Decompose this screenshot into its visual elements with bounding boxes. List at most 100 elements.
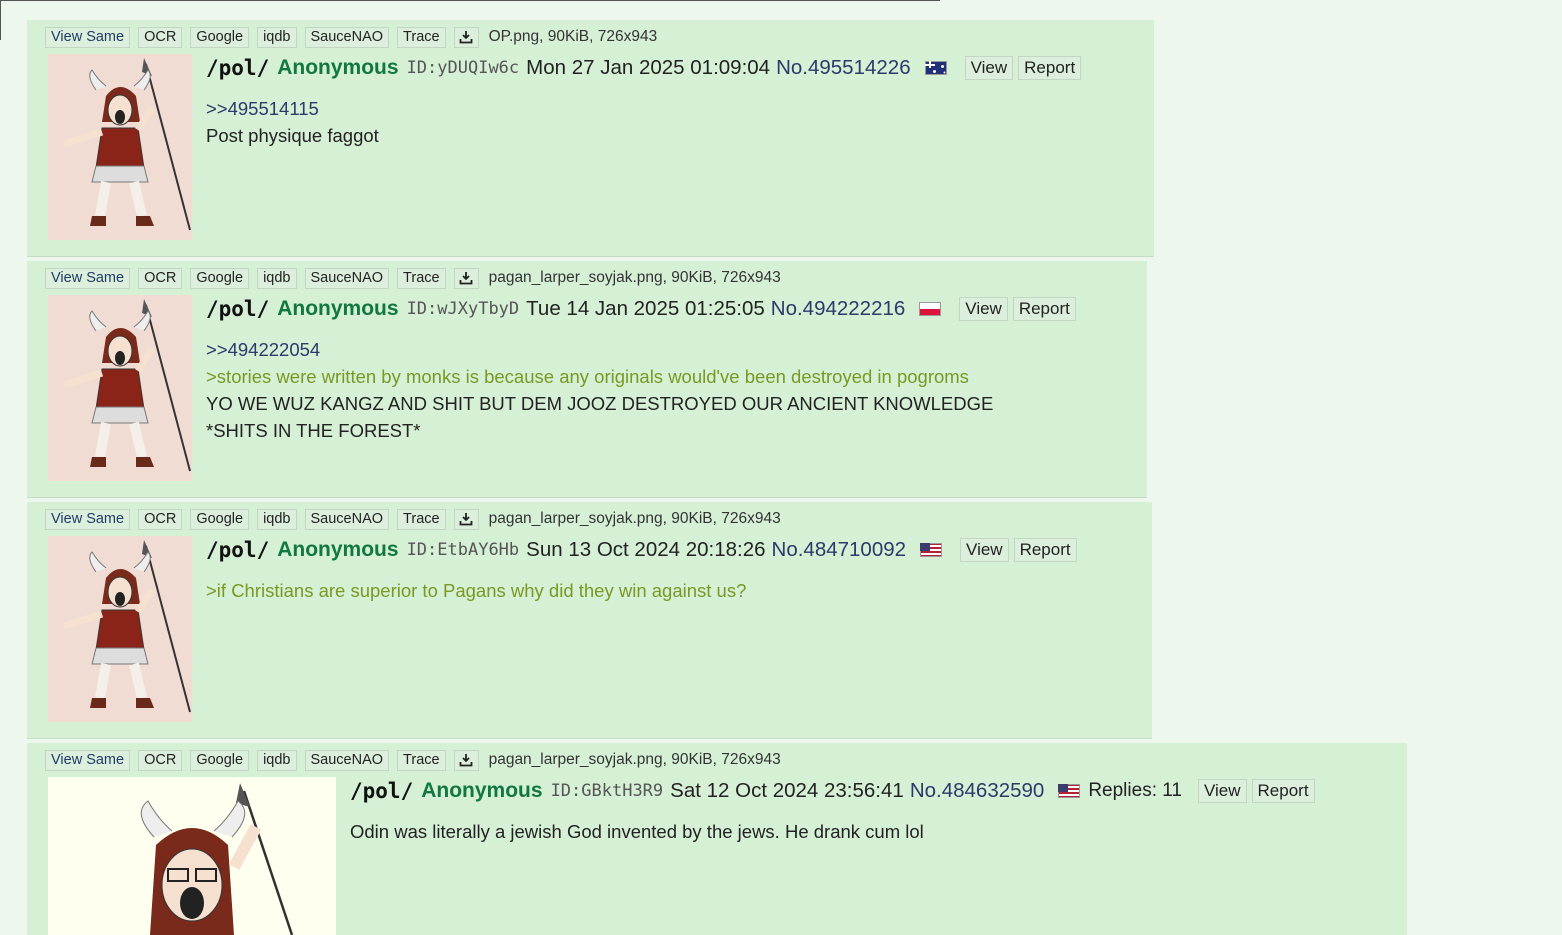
download-button[interactable] <box>453 749 479 771</box>
australia-flag-icon <box>924 61 947 75</box>
download-button[interactable] <box>453 508 479 530</box>
poster-name: Anonymous <box>277 56 399 79</box>
soyjak-viking-image <box>62 58 191 231</box>
post: View Same OCR Google iqdb SauceNAO Trace… <box>27 502 1152 739</box>
soyjak-viking-image <box>140 783 294 935</box>
saucenao-button[interactable]: SauceNAO <box>304 749 390 771</box>
usa-flag-icon <box>1058 784 1081 798</box>
post-number[interactable]: No.494222216 <box>771 297 906 321</box>
iqdb-button[interactable]: iqdb <box>257 749 297 771</box>
post-content: /pol/ Anonymous ID:EtbAY6Hb Sun 13 Oct 2… <box>206 537 1082 604</box>
report-button[interactable]: Report <box>1013 538 1077 562</box>
post-date: Mon 27 Jan 2025 01:09:04 <box>526 56 771 79</box>
report-button[interactable]: Report <box>1012 297 1076 321</box>
post-number[interactable]: No.484710092 <box>772 538 907 562</box>
post-number[interactable]: No.484632590 <box>910 779 1045 803</box>
poster-name: Anonymous <box>421 779 543 802</box>
iqdb-button[interactable]: iqdb <box>257 267 297 289</box>
poster-name: Anonymous <box>277 538 399 561</box>
ocr-button[interactable]: OCR <box>138 26 183 48</box>
post-body: >>494222054 >stories were written by mon… <box>206 336 1081 444</box>
board-name[interactable]: /pol/ <box>350 779 413 803</box>
post-body: >>495514115 Post physique faggot <box>206 95 1086 149</box>
quote-link[interactable]: >>495514115 <box>206 95 1086 122</box>
post-body: Odin was literally a jewish God invented… <box>350 818 1320 845</box>
post-date: Sat 12 Oct 2024 23:56:41 <box>670 779 904 802</box>
post-header: /pol/ Anonymous ID:GBktH3R9 Sat 12 Oct 2… <box>350 778 1320 804</box>
download-icon <box>459 30 473 44</box>
post-header: /pol/ Anonymous ID:yDUQIw6c Mon 27 Jan 2… <box>206 55 1086 81</box>
saucenao-button[interactable]: SauceNAO <box>304 267 390 289</box>
google-button[interactable]: Google <box>190 508 250 530</box>
saucenao-button[interactable]: SauceNAO <box>304 26 390 48</box>
file-info: pagan_larper_soyjak.png, 90KiB, 726x943 <box>488 269 781 286</box>
post-date: Tue 14 Jan 2025 01:25:05 <box>526 297 765 320</box>
board-name[interactable]: /pol/ <box>206 56 269 80</box>
soyjak-viking-image <box>62 540 191 713</box>
board-name[interactable]: /pol/ <box>206 297 269 321</box>
board-name[interactable]: /pol/ <box>206 538 269 562</box>
view-button[interactable]: View <box>1197 779 1247 803</box>
post-header: /pol/ Anonymous ID:EtbAY6Hb Sun 13 Oct 2… <box>206 537 1082 563</box>
trace-button[interactable]: Trace <box>397 267 446 289</box>
google-button[interactable]: Google <box>190 749 250 771</box>
post-text-line: Odin was literally a jewish God invented… <box>350 821 924 842</box>
post-content: /pol/ Anonymous ID:wJXyTbyD Tue 14 Jan 2… <box>206 296 1081 444</box>
view-same-button[interactable]: View Same <box>45 749 131 771</box>
ocr-button[interactable]: OCR <box>138 267 183 289</box>
quote-link[interactable]: >>494222054 <box>206 336 1081 363</box>
post-thumbnail[interactable] <box>48 777 336 935</box>
ocr-button[interactable]: OCR <box>138 508 183 530</box>
poster-id[interactable]: ID:yDUQIw6c <box>407 58 520 78</box>
view-same-button[interactable]: View Same <box>45 508 131 530</box>
post: View Same OCR Google iqdb SauceNAO Trace… <box>27 261 1147 498</box>
download-button[interactable] <box>453 26 479 48</box>
post-body: >if Christians are superior to Pagans wh… <box>206 577 1082 604</box>
post-header: /pol/ Anonymous ID:wJXyTbyD Tue 14 Jan 2… <box>206 296 1081 322</box>
post: View Same OCR Google iqdb SauceNAO Trace… <box>27 743 1407 935</box>
trace-button[interactable]: Trace <box>397 749 446 771</box>
view-button[interactable]: View <box>960 538 1009 562</box>
ocr-button[interactable]: OCR <box>138 749 183 771</box>
google-button[interactable]: Google <box>190 267 250 289</box>
download-button[interactable] <box>453 267 479 289</box>
file-info: pagan_larper_soyjak.png, 90KiB, 726x943 <box>488 510 781 527</box>
post-thumbnail[interactable] <box>48 536 192 722</box>
post-toolbar: View Same OCR Google iqdb SauceNAO Trace… <box>45 267 781 289</box>
iqdb-button[interactable]: iqdb <box>257 508 297 530</box>
post-number[interactable]: No.495514226 <box>776 56 911 80</box>
post-text-line: Post physique faggot <box>206 125 379 146</box>
saucenao-button[interactable]: SauceNAO <box>304 508 390 530</box>
post-content: /pol/ Anonymous ID:GBktH3R9 Sat 12 Oct 2… <box>350 778 1320 845</box>
report-button[interactable]: Report <box>1018 56 1082 80</box>
view-button[interactable]: View <box>959 297 1008 321</box>
trace-button[interactable]: Trace <box>397 26 446 48</box>
post-toolbar: View Same OCR Google iqdb SauceNAO Trace… <box>45 749 781 771</box>
soyjak-viking-image <box>62 299 191 472</box>
poster-id[interactable]: ID:wJXyTbyD <box>407 299 520 319</box>
post-toolbar: View Same OCR Google iqdb SauceNAO Trace… <box>45 508 781 530</box>
poster-name: Anonymous <box>277 297 399 320</box>
post-thumbnail[interactable] <box>48 54 192 240</box>
poster-id[interactable]: ID:GBktH3R9 <box>551 781 664 801</box>
post-content: /pol/ Anonymous ID:yDUQIw6c Mon 27 Jan 2… <box>206 55 1086 149</box>
view-same-button[interactable]: View Same <box>45 26 131 48</box>
view-button[interactable]: View <box>964 56 1014 80</box>
poland-flag-icon <box>919 302 942 316</box>
greentext-line: >if Christians are superior to Pagans wh… <box>206 580 747 601</box>
poster-id[interactable]: ID:EtbAY6Hb <box>407 540 520 560</box>
view-same-button[interactable]: View Same <box>45 267 131 289</box>
greentext-line: >stories were written by monks is becaus… <box>206 366 969 387</box>
post-thumbnail[interactable] <box>48 295 192 481</box>
trace-button[interactable]: Trace <box>397 508 446 530</box>
usa-flag-icon <box>920 543 943 557</box>
google-button[interactable]: Google <box>190 26 250 48</box>
report-button[interactable]: Report <box>1251 779 1315 803</box>
download-icon <box>459 512 473 526</box>
iqdb-button[interactable]: iqdb <box>257 26 297 48</box>
post-date: Sun 13 Oct 2024 20:18:26 <box>526 538 766 561</box>
post-toolbar: View Same OCR Google iqdb SauceNAO Trace… <box>45 26 657 48</box>
post-text-line: *SHITS IN THE FOREST* <box>206 420 421 441</box>
replies-count[interactable]: Replies: 11 <box>1088 780 1182 802</box>
download-icon <box>459 753 473 767</box>
